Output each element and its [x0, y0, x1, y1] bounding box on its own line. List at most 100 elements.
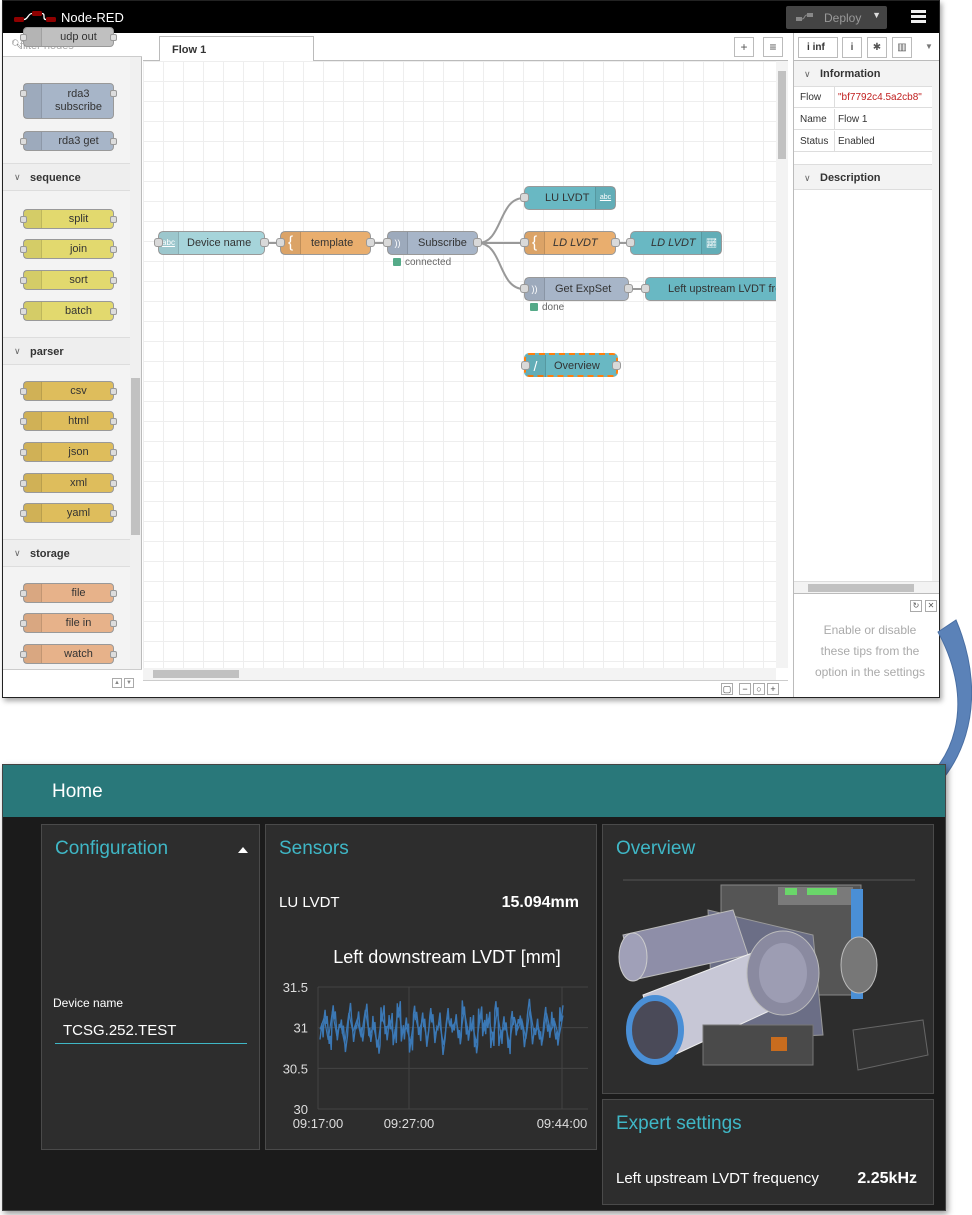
- collimator-image: [618, 879, 929, 1071]
- deploy-dropdown-icon[interactable]: ▼: [872, 10, 881, 20]
- device-name-input[interactable]: TCSG.252.TEST: [55, 1022, 247, 1044]
- palette-node-sort[interactable]: sort: [20, 270, 117, 290]
- palette-node-label: rda3 get: [58, 135, 99, 147]
- left-upstream-value: 2.25kHz: [857, 1170, 917, 1187]
- deploy-button[interactable]: Deploy ▼: [786, 6, 887, 29]
- palette-footer: ▲ ▼: [3, 669, 142, 697]
- palette-node-yaml[interactable]: yaml: [20, 503, 117, 523]
- expand-all-icon[interactable]: ▼: [124, 678, 134, 688]
- node-get-expset[interactable]: )) Get ExpSet: [520, 277, 633, 301]
- palette-node-label: udp out: [60, 31, 97, 43]
- palette-node-label: watch: [64, 648, 93, 660]
- menu-icon[interactable]: [911, 10, 926, 23]
- dashboard-icon[interactable]: ▥: [892, 37, 912, 58]
- palette-node-json[interactable]: json: [20, 442, 117, 462]
- editor-header: Node-RED Deploy ▼: [3, 1, 939, 33]
- palette-node-label: rda3 subscribe: [54, 88, 103, 113]
- tips-panel: ↻ ✕ Enable or disable these tips from th…: [794, 593, 939, 697]
- palette-node-udp-out[interactable]: udp out: [20, 27, 117, 47]
- property-row-status: Status Enabled: [794, 131, 932, 152]
- palette-scrollbar[interactable]: [130, 57, 141, 669]
- palette-node-xml[interactable]: xml: [20, 473, 117, 493]
- node-lu-lvdt[interactable]: LU LVDT abc: [520, 186, 616, 210]
- sidebar-horizontal-scrollbar[interactable]: [794, 581, 939, 593]
- palette-node-rda3-subscribe[interactable]: rda3 subscribe: [20, 83, 117, 119]
- node-subscribe[interactable]: )) Subscribe: [383, 231, 482, 255]
- y-tick-label: 30: [294, 1102, 308, 1117]
- x-tick-label: 09:17:00: [293, 1116, 344, 1131]
- zoom-out-icon[interactable]: −: [739, 683, 751, 695]
- rda3-subscribe-icon: [24, 84, 42, 118]
- palette-node-html[interactable]: html: [20, 411, 117, 431]
- workspace-tabs: Flow 1 + ≡: [143, 33, 788, 62]
- series-line-detail: [319, 998, 564, 1055]
- palette-node-label: join: [69, 243, 88, 255]
- close-icon[interactable]: ✕: [925, 600, 937, 612]
- deploy-icon: [796, 13, 813, 21]
- sidebar-menu-icon[interactable]: ▼: [925, 42, 933, 51]
- palette-node-file[interactable]: file: [20, 583, 117, 603]
- palette-node-split[interactable]: split: [20, 209, 117, 229]
- palette-node-watch[interactable]: watch: [20, 644, 117, 664]
- tab-flow-1[interactable]: Flow 1: [159, 36, 314, 62]
- debug-icon[interactable]: ✱: [867, 37, 887, 58]
- wires: [265, 197, 645, 290]
- info-icon: i: [807, 42, 810, 53]
- palette-node-label: sort: [69, 274, 88, 286]
- palette-node-file-in[interactable]: file in: [20, 613, 117, 633]
- section-description[interactable]: ∨ Description: [794, 164, 932, 190]
- zoom-in-icon[interactable]: +: [767, 683, 779, 695]
- canvas-vertical-scrollbar[interactable]: [776, 61, 788, 668]
- get-expset-status: done: [530, 302, 564, 313]
- palette-node-label: file: [71, 587, 86, 599]
- configuration-title: Configuration: [55, 838, 169, 859]
- palette-node-label: json: [68, 446, 89, 458]
- flow-canvas[interactable]: abc Device name { template )) Subscribe …: [143, 61, 776, 668]
- ld-lvdt-chart[interactable]: 31.5 31 30.5 3009:17:00 09:27:00 09:44:00: [266, 825, 598, 1151]
- collapse-all-icon[interactable]: ▲: [112, 678, 122, 688]
- y-tick-label: 31.5: [283, 980, 308, 995]
- status-dot-icon: [530, 303, 538, 311]
- workspace-footer: ▢ − ○ +: [143, 680, 788, 697]
- overview-card: Overview: [602, 824, 934, 1094]
- text-output-icon: abc: [595, 187, 615, 209]
- palette-category-sequence[interactable]: ∨ sequence: [3, 163, 130, 191]
- configuration-card: Configuration Device name TCSG.252.TEST: [41, 824, 260, 1150]
- palette-node-label: split: [68, 213, 89, 225]
- collapse-caret-icon[interactable]: [238, 847, 248, 853]
- palette-node-label: xml: [69, 477, 88, 489]
- section-information[interactable]: ∨ Information: [794, 61, 932, 87]
- palette-node-batch[interactable]: batch: [20, 301, 117, 321]
- status-dot-icon: [393, 258, 401, 266]
- tab-info[interactable]: i inf: [798, 37, 838, 58]
- node-device-name[interactable]: abc Device name: [154, 231, 269, 255]
- expert-settings-title: Expert settings: [616, 1113, 742, 1134]
- x-tick-label: 09:44:00: [537, 1116, 588, 1131]
- list-flows-icon[interactable]: ≡: [763, 37, 783, 57]
- palette-node-csv[interactable]: csv: [20, 381, 117, 401]
- x-tick-label: 09:27:00: [384, 1116, 435, 1131]
- deploy-label: Deploy: [824, 11, 862, 25]
- sidebar-vertical-scrollbar[interactable]: [932, 61, 939, 581]
- node-template[interactable]: { template: [276, 231, 375, 255]
- node-ld-lvdt-chart[interactable]: LD LVDT 📈︎: [626, 231, 722, 255]
- navigator-icon[interactable]: ▢: [721, 683, 733, 695]
- palette-node-label: batch: [65, 305, 92, 317]
- canvas-horizontal-scrollbar[interactable]: [143, 668, 776, 680]
- tips-text: Enable or disable these tips from the op…: [814, 623, 926, 679]
- node-left-upstream[interactable]: Left upstream LVDT fre: [641, 277, 776, 301]
- palette-category-storage[interactable]: ∨ storage: [3, 539, 130, 567]
- zoom-reset-icon[interactable]: ○: [753, 683, 765, 695]
- node-overview[interactable]: / Overview: [521, 353, 621, 377]
- add-flow-icon[interactable]: +: [734, 37, 754, 57]
- palette-node-rda3-get[interactable]: rda3 get: [20, 131, 117, 151]
- app-title: Node-RED: [61, 10, 124, 25]
- info-sidebar: i inf i ✱ ▥ ▼ ∨ Information ∨ Description …: [793, 33, 939, 697]
- palette-category-parser[interactable]: ∨ parser: [3, 337, 130, 365]
- refresh-icon[interactable]: ↻: [910, 600, 922, 612]
- palette-scroll-thumb[interactable]: [131, 378, 140, 535]
- palette-node-label: file in: [65, 617, 92, 629]
- palette-node-join[interactable]: join: [20, 239, 117, 259]
- info-tab-icon[interactable]: i: [842, 37, 862, 58]
- node-ld-lvdt-function[interactable]: { LD LVDT: [520, 231, 620, 255]
